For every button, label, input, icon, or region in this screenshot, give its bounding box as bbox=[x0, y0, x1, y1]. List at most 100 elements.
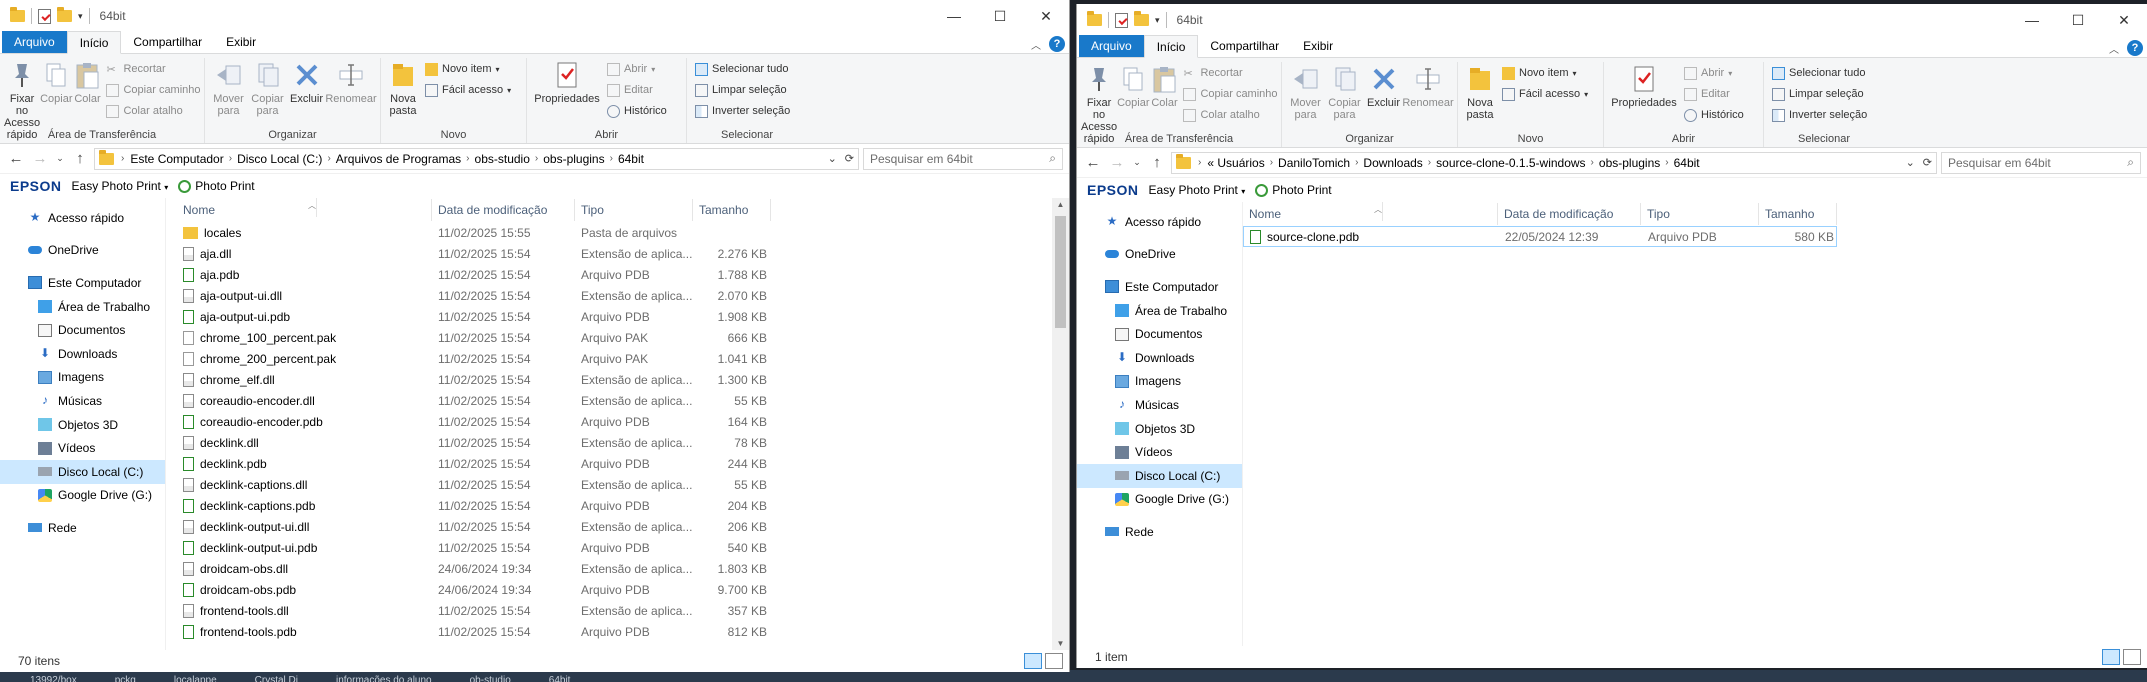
nav-item[interactable]: Rede bbox=[0, 516, 165, 540]
breadcrumb-item[interactable]: source-clone-0.1.5-windows bbox=[1433, 156, 1588, 170]
breadcrumb-item[interactable]: obs-plugins bbox=[540, 152, 607, 166]
customize-toolbar-icon[interactable]: ▾ bbox=[78, 11, 83, 22]
nav-item[interactable]: Vídeos bbox=[1077, 440, 1242, 464]
chevron-right-icon[interactable]: › bbox=[1270, 157, 1273, 168]
breadcrumb-item[interactable]: Disco Local (C:) bbox=[234, 152, 325, 166]
history-button[interactable]: Histórico bbox=[607, 102, 667, 120]
tab-arquivo[interactable]: Arquivo bbox=[1079, 35, 1144, 57]
nav-item[interactable]: Imagens bbox=[0, 366, 165, 390]
nav-item[interactable]: ♪ Músicas bbox=[0, 389, 165, 413]
breadcrumb-item[interactable]: « Usuários bbox=[1204, 156, 1267, 170]
nav-item[interactable]: Documentos bbox=[1077, 322, 1242, 346]
nav-item[interactable]: Rede bbox=[1077, 520, 1242, 544]
scroll-down-icon[interactable]: ▼ bbox=[1052, 639, 1069, 648]
table-row[interactable]: decklink-output-ui.dll 11/02/2025 15:54 Ex… bbox=[177, 516, 1069, 537]
nav-item[interactable]: Disco Local (C:) bbox=[0, 459, 165, 484]
paste-shortcut-button[interactable]: Colar atalho bbox=[106, 102, 200, 120]
table-row[interactable]: decklink-output-ui.pdb 11/02/2025 15:54 Ar… bbox=[177, 537, 1069, 558]
tab-arquivo[interactable]: Arquivo bbox=[2, 31, 67, 53]
history-button[interactable]: Histórico bbox=[1684, 106, 1744, 124]
nav-item[interactable]: Este Computador bbox=[0, 271, 165, 295]
easy-photo-print-button[interactable]: Easy Photo Print ▾ bbox=[1149, 183, 1246, 197]
up-arrow-icon[interactable]: ↑ bbox=[70, 150, 90, 167]
cut-button[interactable]: ✂ Recortar bbox=[106, 60, 200, 78]
back-arrow-icon[interactable]: ← bbox=[6, 150, 26, 167]
chevron-right-icon[interactable]: › bbox=[610, 153, 613, 164]
help-icon[interactable]: ? bbox=[1049, 36, 1065, 52]
scroll-thumb[interactable] bbox=[1055, 216, 1066, 328]
forward-arrow-icon[interactable]: → bbox=[1107, 154, 1127, 171]
nav-item[interactable]: ⬇ Downloads bbox=[0, 342, 165, 366]
breadcrumb-item[interactable]: obs-studio bbox=[472, 152, 533, 166]
close-icon[interactable]: ✕ bbox=[2101, 4, 2147, 36]
tab-compartilhar[interactable]: Compartilhar bbox=[1198, 35, 1291, 57]
chevron-right-icon[interactable]: › bbox=[1355, 157, 1358, 168]
nav-item[interactable]: Google Drive (G:) bbox=[0, 484, 165, 508]
breadcrumb-item[interactable]: Este Computador bbox=[127, 152, 226, 166]
collapse-ribbon-icon[interactable]: ︿ bbox=[1031, 37, 1041, 52]
invert-selection-button[interactable]: Inverter seleção bbox=[1772, 106, 1867, 124]
column-header[interactable]: Data de modificação bbox=[432, 199, 575, 221]
table-row[interactable]: decklink.dll 11/02/2025 15:54 Extensão de … bbox=[177, 432, 1069, 453]
table-row[interactable]: chrome_200_percent.pak 11/02/2025 15:54 Ar… bbox=[177, 348, 1069, 369]
table-row[interactable]: aja.dll 11/02/2025 15:54 Extensão de aplic… bbox=[177, 243, 1069, 264]
recent-locations-icon[interactable]: ⌄ bbox=[1131, 157, 1143, 168]
breadcrumb-item[interactable]: Arquivos de Programas bbox=[333, 152, 464, 166]
table-row[interactable]: droidcam-obs.pdb 24/06/2024 19:34 Arquivo … bbox=[177, 579, 1069, 600]
open-button[interactable]: Abrir ▾ bbox=[1684, 64, 1744, 82]
back-arrow-icon[interactable]: ← bbox=[1083, 154, 1103, 171]
nav-item[interactable]: Documentos bbox=[0, 318, 165, 342]
edit-button[interactable]: Editar bbox=[1684, 85, 1744, 103]
chevron-right-icon[interactable]: › bbox=[535, 153, 538, 164]
table-row[interactable]: chrome_100_percent.pak 11/02/2025 15:54 Ar… bbox=[177, 327, 1069, 348]
tab-exibir[interactable]: Exibir bbox=[214, 31, 268, 53]
table-row[interactable]: aja-output-ui.dll 11/02/2025 15:54 Extensã… bbox=[177, 285, 1069, 306]
breadcrumb-item[interactable]: obs-plugins bbox=[1596, 156, 1663, 170]
collapse-ribbon-icon[interactable]: ︿ bbox=[2109, 41, 2119, 56]
nav-item[interactable]: Google Drive (G:) bbox=[1077, 488, 1242, 512]
column-header[interactable]: Data de modificação bbox=[1498, 203, 1641, 225]
refresh-icon[interactable]: ⟳ bbox=[845, 152, 854, 165]
nav-item[interactable]: Área de Trabalho bbox=[0, 295, 165, 319]
breadcrumb-item[interactable]: DaniloTomich bbox=[1275, 156, 1353, 170]
details-view-icon[interactable] bbox=[1024, 653, 1042, 669]
column-header[interactable]: Tipo bbox=[1641, 203, 1759, 225]
table-row[interactable]: chrome_elf.dll 11/02/2025 15:54 Extensão d… bbox=[177, 369, 1069, 390]
nav-item[interactable]: Disco Local (C:) bbox=[1077, 463, 1242, 488]
properties-icon[interactable] bbox=[38, 8, 51, 24]
address-bar[interactable]: › Este Computador › Disco Local (C:) › Arqui… bbox=[94, 147, 859, 170]
table-row[interactable]: locales 11/02/2025 15:55 Pasta de arquivos bbox=[177, 222, 1069, 243]
select-none-button[interactable]: Limpar seleção bbox=[695, 81, 790, 99]
table-row[interactable]: coreaudio-encoder.dll 11/02/2025 15:54 Ext… bbox=[177, 390, 1069, 411]
recent-locations-icon[interactable]: ⌄ bbox=[54, 153, 66, 164]
column-header[interactable]: Tipo bbox=[575, 199, 693, 221]
address-bar[interactable]: › « Usuários › DaniloTomich › Downloads › sour… bbox=[1171, 151, 1937, 174]
easy-access-button[interactable]: Fácil acesso ▾ bbox=[1502, 85, 1588, 103]
open-button[interactable]: Abrir ▾ bbox=[607, 60, 667, 78]
photo-print-button[interactable]: Photo Print bbox=[1255, 183, 1332, 197]
nav-item[interactable]: Imagens bbox=[1077, 370, 1242, 394]
chevron-right-icon[interactable]: › bbox=[466, 153, 469, 164]
new-folder-icon[interactable] bbox=[57, 7, 72, 22]
nav-item[interactable]: Objetos 3D bbox=[0, 413, 165, 437]
easy-photo-print-button[interactable]: Easy Photo Print ▾ bbox=[72, 179, 169, 193]
breadcrumb-item[interactable]: Downloads bbox=[1360, 156, 1425, 170]
close-icon[interactable]: ✕ bbox=[1023, 0, 1069, 32]
breadcrumb-item[interactable]: 64bit bbox=[615, 152, 647, 166]
nav-item[interactable]: OneDrive bbox=[0, 239, 165, 263]
table-row[interactable]: decklink-captions.dll 11/02/2025 15:54 Ext… bbox=[177, 474, 1069, 495]
maximize-icon[interactable]: ☐ bbox=[2055, 4, 2101, 36]
new-folder-icon[interactable] bbox=[1134, 11, 1149, 26]
large-icons-view-icon[interactable] bbox=[2123, 649, 2141, 665]
table-row[interactable]: droidcam-obs.dll 24/06/2024 19:34 Extensão… bbox=[177, 558, 1069, 579]
vertical-scrollbar[interactable]: ▲ ▼ bbox=[1052, 198, 1069, 650]
easy-access-button[interactable]: Fácil acesso ▾ bbox=[425, 81, 511, 99]
new-item-button[interactable]: Novo item ▾ bbox=[1502, 64, 1588, 82]
minimize-icon[interactable]: — bbox=[931, 0, 977, 32]
nav-item[interactable]: Objetos 3D bbox=[1077, 417, 1242, 441]
history-dropdown-icon[interactable]: ⌄ bbox=[828, 152, 837, 165]
chevron-right-icon[interactable]: › bbox=[327, 153, 330, 164]
tab-inicio[interactable]: Início bbox=[1143, 35, 1199, 58]
table-row[interactable]: frontend-tools.pdb 11/02/2025 15:54 Arquiv… bbox=[177, 621, 1069, 642]
title-bar[interactable]: ▾ 64bit — ☐ ✕ bbox=[1077, 4, 2147, 36]
